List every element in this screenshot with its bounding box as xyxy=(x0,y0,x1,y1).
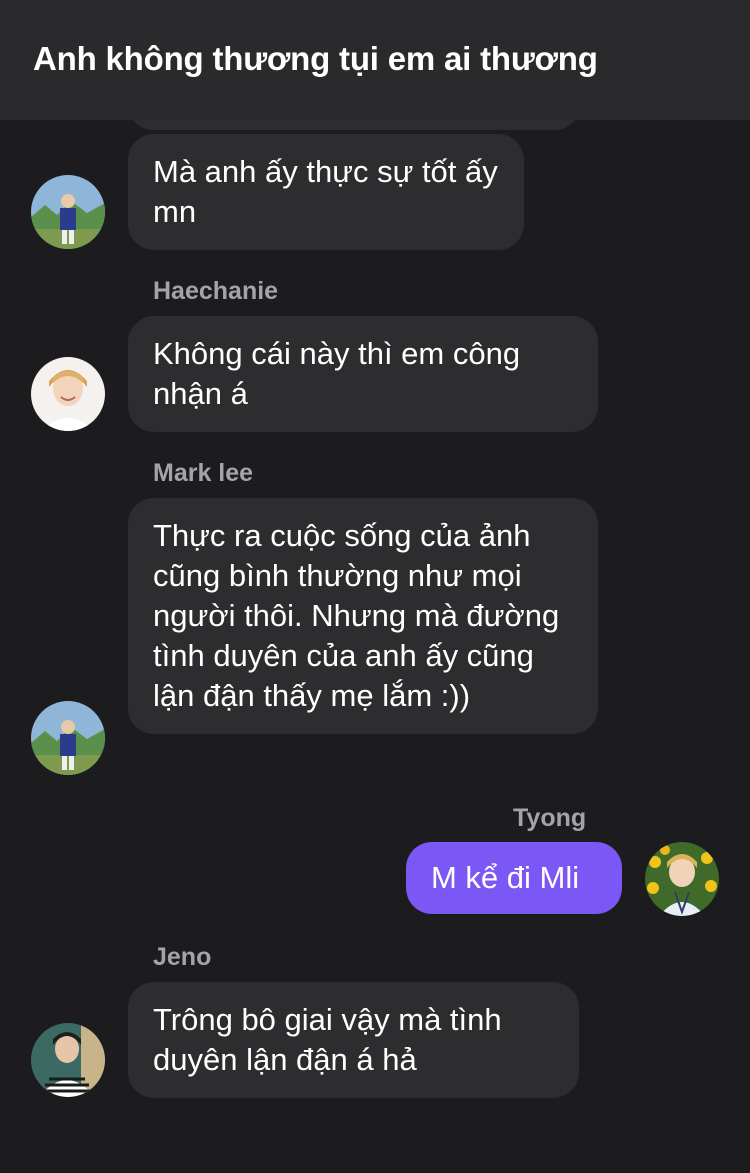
avatar-image xyxy=(31,175,105,249)
avatar-haechanie[interactable] xyxy=(31,357,105,431)
avatar-mark-lee[interactable] xyxy=(31,175,105,249)
avatar-image xyxy=(645,842,719,916)
message-list[interactable]: Mà anh ấy thực sự tốt ấy mn Haechanie Kh… xyxy=(0,120,750,1173)
sender-name: Tyong xyxy=(513,804,587,832)
sender-name: Mark lee xyxy=(153,459,254,487)
chat-title[interactable]: Anh không thương tụi em ai thương xyxy=(33,40,598,78)
message-bubble[interactable]: Không cái này thì em công nhận á xyxy=(128,316,598,432)
message-text: Mà anh ấy thực sự tốt ấy mn xyxy=(153,154,498,229)
avatar-jeno[interactable] xyxy=(31,1023,105,1097)
message-bubble[interactable]: Trông bô giai vậy mà tình duyên lận đận … xyxy=(128,982,579,1098)
message-text: M kể đi Mli xyxy=(431,860,580,895)
message-text: Trông bô giai vậy mà tình duyên lận đận … xyxy=(153,1002,502,1077)
avatar-image xyxy=(31,701,105,775)
message-bubble[interactable]: Mà anh ấy thực sự tốt ấy mn xyxy=(128,134,524,250)
avatar-tyong[interactable] xyxy=(645,842,719,916)
avatar-mark-lee[interactable] xyxy=(31,701,105,775)
previous-message-bubble xyxy=(128,120,580,130)
sender-name: Haechanie xyxy=(153,277,279,305)
message-bubble[interactable]: Thực ra cuộc sống của ảnh cũng bình thườ… xyxy=(128,498,598,734)
message-text: Không cái này thì em công nhận á xyxy=(153,336,521,411)
message-text: Thực ra cuộc sống của ảnh cũng bình thườ… xyxy=(153,518,560,713)
message-bubble-outgoing[interactable]: M kể đi Mli xyxy=(406,842,622,914)
sender-name: Jeno xyxy=(153,943,212,971)
avatar-image xyxy=(31,357,105,431)
chat-header: Anh không thương tụi em ai thương xyxy=(0,0,750,120)
avatar-image xyxy=(31,1023,105,1097)
